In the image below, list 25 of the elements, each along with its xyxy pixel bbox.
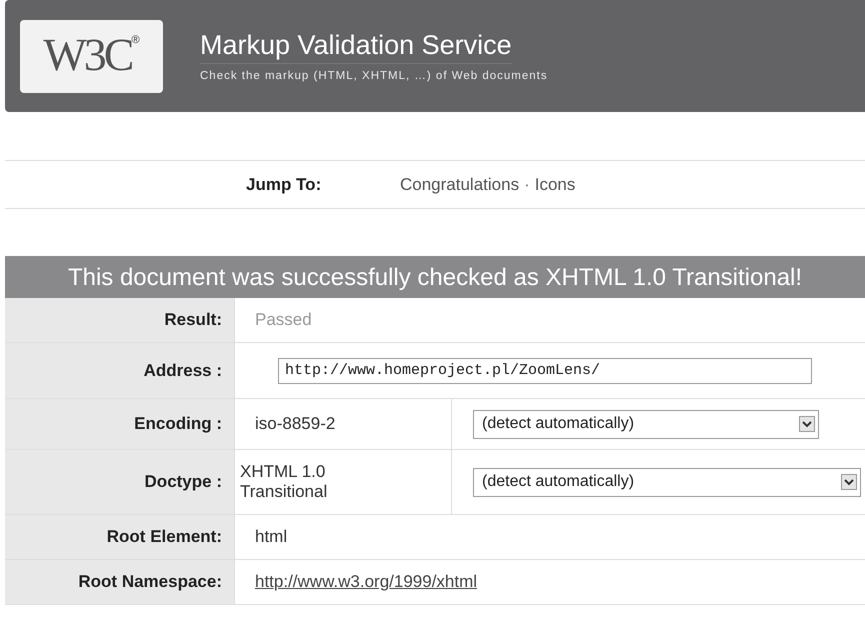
jump-link[interactable]: Icons [534, 174, 576, 194]
row-value: XHTML 1.0 Transitional [240, 462, 328, 502]
dropdown[interactable]: (detect automatically) [473, 468, 861, 496]
row-value: html [255, 527, 288, 547]
separator-dot: · [524, 174, 530, 194]
address-field[interactable]: http://www.homeproject.pl/ZoomLens/ [278, 358, 812, 384]
page-title: Markup Validation Service [200, 30, 512, 64]
jump-label: Jump To: [246, 174, 322, 194]
row-label: Root Namespace: [5, 560, 235, 604]
jump-link[interactable]: Congratulations [400, 174, 520, 194]
namespace-link[interactable]: http://www.w3.org/1999/xhtml [255, 572, 478, 592]
row-label: Result: [5, 298, 235, 342]
caret-icon [841, 474, 857, 490]
logo-text: W3C [43, 30, 132, 80]
row-label: Address : [5, 343, 235, 398]
row-label: Doctype : [5, 450, 235, 514]
result-heading: This document was successfully checked as XHTML 1.0 Transitional! [5, 256, 865, 298]
registered-mark: ® [132, 34, 140, 46]
row-label: Root Element: [5, 515, 235, 559]
caret-icon [799, 416, 815, 432]
row-value: iso-8859-2 [255, 414, 336, 434]
row-label: Encoding : [5, 399, 235, 449]
page-subtitle: Check the markup (HTML, XHTML, …) of Web documents [200, 70, 548, 82]
dropdown[interactable]: (detect automatically) [473, 410, 819, 438]
row-value: Passed [255, 310, 312, 330]
